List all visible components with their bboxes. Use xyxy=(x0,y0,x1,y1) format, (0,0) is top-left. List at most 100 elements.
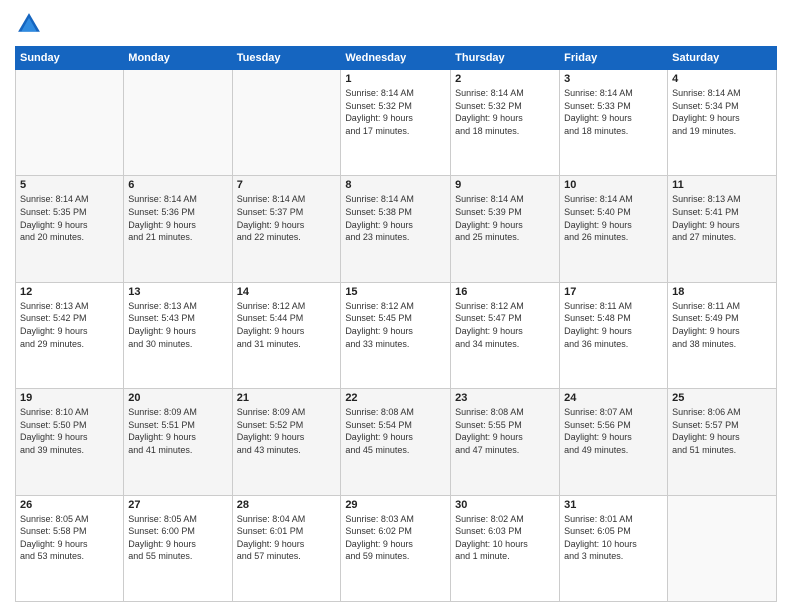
logo-icon xyxy=(15,10,43,38)
calendar-cell: 25 Sunrise: 8:06 AM Sunset: 5:57 PM Dayli… xyxy=(668,389,777,495)
day-info: Sunrise: 8:04 AM Sunset: 6:01 PM Dayligh… xyxy=(237,513,337,563)
day-info: Sunrise: 8:12 AM Sunset: 5:44 PM Dayligh… xyxy=(237,300,337,350)
calendar-cell: 4 Sunrise: 8:14 AM Sunset: 5:34 PM Daylig… xyxy=(668,70,777,176)
day-number: 10 xyxy=(564,179,663,191)
page: SundayMondayTuesdayWednesdayThursdayFrid… xyxy=(0,0,792,612)
calendar-cell: 28 Sunrise: 8:04 AM Sunset: 6:01 PM Dayli… xyxy=(232,495,341,601)
day-number: 11 xyxy=(672,179,772,191)
day-info: Sunrise: 8:13 AM Sunset: 5:43 PM Dayligh… xyxy=(128,300,227,350)
calendar-cell: 22 Sunrise: 8:08 AM Sunset: 5:54 PM Dayli… xyxy=(341,389,451,495)
day-info: Sunrise: 8:14 AM Sunset: 5:39 PM Dayligh… xyxy=(455,193,555,243)
week-row-4: 19 Sunrise: 8:10 AM Sunset: 5:50 PM Dayli… xyxy=(16,389,777,495)
calendar-cell: 7 Sunrise: 8:14 AM Sunset: 5:37 PM Daylig… xyxy=(232,176,341,282)
calendar-cell: 5 Sunrise: 8:14 AM Sunset: 5:35 PM Daylig… xyxy=(16,176,124,282)
day-number: 16 xyxy=(455,286,555,298)
day-info: Sunrise: 8:14 AM Sunset: 5:35 PM Dayligh… xyxy=(20,193,119,243)
day-number: 6 xyxy=(128,179,227,191)
day-number: 3 xyxy=(564,73,663,85)
day-number: 28 xyxy=(237,499,337,511)
calendar-cell: 19 Sunrise: 8:10 AM Sunset: 5:50 PM Dayli… xyxy=(16,389,124,495)
day-info: Sunrise: 8:14 AM Sunset: 5:34 PM Dayligh… xyxy=(672,87,772,137)
day-number: 18 xyxy=(672,286,772,298)
day-number: 30 xyxy=(455,499,555,511)
weekday-header-monday: Monday xyxy=(124,47,232,70)
day-info: Sunrise: 8:08 AM Sunset: 5:54 PM Dayligh… xyxy=(345,406,446,456)
week-row-5: 26 Sunrise: 8:05 AM Sunset: 5:58 PM Dayli… xyxy=(16,495,777,601)
day-number: 9 xyxy=(455,179,555,191)
day-number: 17 xyxy=(564,286,663,298)
calendar-cell xyxy=(124,70,232,176)
day-number: 26 xyxy=(20,499,119,511)
calendar-cell xyxy=(232,70,341,176)
day-number: 23 xyxy=(455,392,555,404)
day-info: Sunrise: 8:05 AM Sunset: 6:00 PM Dayligh… xyxy=(128,513,227,563)
day-number: 4 xyxy=(672,73,772,85)
day-number: 14 xyxy=(237,286,337,298)
calendar-cell: 2 Sunrise: 8:14 AM Sunset: 5:32 PM Daylig… xyxy=(451,70,560,176)
week-row-1: 1Sunrise: 8:14 AM Sunset: 5:32 PM Daylig… xyxy=(16,70,777,176)
day-number: 5 xyxy=(20,179,119,191)
day-info: Sunrise: 8:09 AM Sunset: 5:51 PM Dayligh… xyxy=(128,406,227,456)
day-info: Sunrise: 8:11 AM Sunset: 5:48 PM Dayligh… xyxy=(564,300,663,350)
calendar: SundayMondayTuesdayWednesdayThursdayFrid… xyxy=(15,46,777,602)
day-info: Sunrise: 8:14 AM Sunset: 5:32 PM Dayligh… xyxy=(455,87,555,137)
day-info: Sunrise: 8:05 AM Sunset: 5:58 PM Dayligh… xyxy=(20,513,119,563)
calendar-cell: 23 Sunrise: 8:08 AM Sunset: 5:55 PM Dayli… xyxy=(451,389,560,495)
calendar-cell: 17 Sunrise: 8:11 AM Sunset: 5:48 PM Dayli… xyxy=(560,282,668,388)
day-info: Sunrise: 8:12 AM Sunset: 5:45 PM Dayligh… xyxy=(345,300,446,350)
weekday-header-friday: Friday xyxy=(560,47,668,70)
day-number: 8 xyxy=(345,179,446,191)
calendar-cell: 15 Sunrise: 8:12 AM Sunset: 5:45 PM Dayli… xyxy=(341,282,451,388)
header xyxy=(15,10,777,38)
day-info: Sunrise: 8:03 AM Sunset: 6:02 PM Dayligh… xyxy=(345,513,446,563)
day-number: 15 xyxy=(345,286,446,298)
day-info: Sunrise: 8:07 AM Sunset: 5:56 PM Dayligh… xyxy=(564,406,663,456)
calendar-cell: 30Sunrise: 8:02 AM Sunset: 6:03 PM Dayli… xyxy=(451,495,560,601)
day-number: 13 xyxy=(128,286,227,298)
weekday-header-saturday: Saturday xyxy=(668,47,777,70)
calendar-cell: 20Sunrise: 8:09 AM Sunset: 5:51 PM Dayli… xyxy=(124,389,232,495)
calendar-cell: 21Sunrise: 8:09 AM Sunset: 5:52 PM Dayli… xyxy=(232,389,341,495)
day-info: Sunrise: 8:01 AM Sunset: 6:05 PM Dayligh… xyxy=(564,513,663,563)
calendar-cell: 26 Sunrise: 8:05 AM Sunset: 5:58 PM Dayli… xyxy=(16,495,124,601)
day-info: Sunrise: 8:13 AM Sunset: 5:41 PM Dayligh… xyxy=(672,193,772,243)
weekday-header-tuesday: Tuesday xyxy=(232,47,341,70)
day-info: Sunrise: 8:14 AM Sunset: 5:38 PM Dayligh… xyxy=(345,193,446,243)
weekday-header-thursday: Thursday xyxy=(451,47,560,70)
day-number: 12 xyxy=(20,286,119,298)
day-number: 24 xyxy=(564,392,663,404)
calendar-cell: 29 Sunrise: 8:03 AM Sunset: 6:02 PM Dayli… xyxy=(341,495,451,601)
day-number: 19 xyxy=(20,392,119,404)
day-info: Sunrise: 8:11 AM Sunset: 5:49 PM Dayligh… xyxy=(672,300,772,350)
day-number: 25 xyxy=(672,392,772,404)
calendar-cell: 6 Sunrise: 8:14 AM Sunset: 5:36 PM Daylig… xyxy=(124,176,232,282)
calendar-cell: 13 Sunrise: 8:13 AM Sunset: 5:43 PM Dayli… xyxy=(124,282,232,388)
day-number: 7 xyxy=(237,179,337,191)
day-number: 22 xyxy=(345,392,446,404)
day-info: Sunrise: 8:09 AM Sunset: 5:52 PM Dayligh… xyxy=(237,406,337,456)
day-info: Sunrise: 8:08 AM Sunset: 5:55 PM Dayligh… xyxy=(455,406,555,456)
calendar-cell: 18 Sunrise: 8:11 AM Sunset: 5:49 PM Dayli… xyxy=(668,282,777,388)
calendar-cell: 16Sunrise: 8:12 AM Sunset: 5:47 PM Dayli… xyxy=(451,282,560,388)
weekday-header-row: SundayMondayTuesdayWednesdayThursdayFrid… xyxy=(16,47,777,70)
weekday-header-wednesday: Wednesday xyxy=(341,47,451,70)
calendar-cell: 8 Sunrise: 8:14 AM Sunset: 5:38 PM Daylig… xyxy=(341,176,451,282)
day-info: Sunrise: 8:14 AM Sunset: 5:37 PM Dayligh… xyxy=(237,193,337,243)
calendar-cell: 3 Sunrise: 8:14 AM Sunset: 5:33 PM Daylig… xyxy=(560,70,668,176)
day-info: Sunrise: 8:14 AM Sunset: 5:32 PM Dayligh… xyxy=(345,87,446,137)
day-number: 27 xyxy=(128,499,227,511)
calendar-cell: 12 Sunrise: 8:13 AM Sunset: 5:42 PM Dayli… xyxy=(16,282,124,388)
week-row-3: 12 Sunrise: 8:13 AM Sunset: 5:42 PM Dayli… xyxy=(16,282,777,388)
calendar-cell: 9 Sunrise: 8:14 AM Sunset: 5:39 PM Daylig… xyxy=(451,176,560,282)
calendar-cell xyxy=(16,70,124,176)
day-info: Sunrise: 8:06 AM Sunset: 5:57 PM Dayligh… xyxy=(672,406,772,456)
day-info: Sunrise: 8:13 AM Sunset: 5:42 PM Dayligh… xyxy=(20,300,119,350)
calendar-cell: 11 Sunrise: 8:13 AM Sunset: 5:41 PM Dayli… xyxy=(668,176,777,282)
day-number: 2 xyxy=(455,73,555,85)
day-number: 29 xyxy=(345,499,446,511)
calendar-cell: 27 Sunrise: 8:05 AM Sunset: 6:00 PM Dayli… xyxy=(124,495,232,601)
day-info: Sunrise: 8:14 AM Sunset: 5:36 PM Dayligh… xyxy=(128,193,227,243)
day-info: Sunrise: 8:14 AM Sunset: 5:33 PM Dayligh… xyxy=(564,87,663,137)
day-info: Sunrise: 8:10 AM Sunset: 5:50 PM Dayligh… xyxy=(20,406,119,456)
week-row-2: 5 Sunrise: 8:14 AM Sunset: 5:35 PM Daylig… xyxy=(16,176,777,282)
